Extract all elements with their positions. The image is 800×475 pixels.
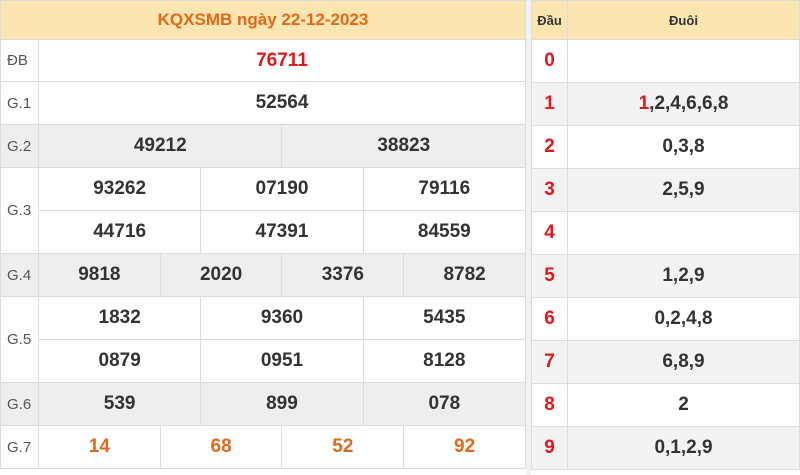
prize-number: 9818 [38,253,161,297]
prize-row-g7: G.7 14 68 52 92 [0,425,526,469]
prize-number: 44716 [37,210,202,254]
prize-number: 84559 [362,210,527,254]
dau-digit: 1 [531,82,568,126]
prize-row-db: ĐB 76711 [0,39,526,82]
dau-digit: 9 [531,426,568,470]
prize-row-g4: G.4 9818 2020 3376 8782 [0,253,526,297]
prize-label: G.5 [0,296,39,383]
duoi-digits: 0,1,2,9 [567,426,800,470]
prize-number: 9360 [200,296,364,340]
dau-digit: 7 [531,340,568,384]
dau-duoi-row: 3 2,5,9 [531,168,800,212]
prize-number: 92 [403,425,526,469]
prize-row-g5: G.5 1832 9360 5435 [0,296,527,383]
duoi-digits: 2,5,9 [567,168,800,212]
dau-digit: 4 [531,211,568,255]
duoi-rest: 0,2,4,8 [654,308,713,329]
duoi-digits: 1,2,9 [567,254,800,298]
prize-number: 79116 [362,167,527,211]
dau-duoi-row: 0 [531,39,800,83]
duoi-digits [567,39,800,83]
prize-label: G.6 [0,382,39,426]
dau-duoi-row: 1 1,2,4,6,6,8 [531,82,800,126]
dau-duoi-table: Đầu Đuôi 0 1 1,2,4,6,6,8 2 0,3,8 3 2,5,9… [531,0,800,470]
dau-digit: 0 [531,39,568,83]
prize-number: 5435 [362,296,527,340]
dau-duoi-row: 2 0,3,8 [531,125,800,169]
dau-duoi-row: 6 0,2,4,8 [531,297,800,341]
dau-column-header: Đầu [531,0,568,40]
prize-label: G.2 [0,124,39,168]
dau-digit: 8 [531,383,568,427]
prize-number: 3376 [281,253,405,297]
prize-number: 68 [159,425,283,469]
prize-number: 47391 [200,210,364,254]
prize-number: 8782 [403,253,526,297]
duoi-rest: 2 [678,394,689,415]
duoi-column-header: Đuôi [567,0,800,40]
prize-row-g3: G.3 93262 07190 79116 [0,167,527,254]
dau-digit: 5 [531,254,568,298]
prize-number: 49212 [37,124,283,168]
dau-duoi-row: 4 [531,211,800,255]
dau-duoi-row: 9 0,1,2,9 [531,426,800,470]
dau-duoi-row: 5 1,2,9 [531,254,800,298]
duoi-digits: 1,2,4,6,6,8 [567,82,800,126]
dau-digit: 6 [531,297,568,341]
prize-label: G.3 [0,167,39,254]
prize-number: 93262 [37,167,202,211]
prize-number: 539 [37,382,202,426]
dau-duoi-header-row: Đầu Đuôi [531,0,800,40]
prize-number: 52564 [38,81,526,125]
prize-label: G.1 [0,81,39,125]
result-header-row: KQXSMB ngày 22-12-2023 [0,0,526,40]
result-title: KQXSMB ngày 22-12-2023 [0,0,526,40]
duoi-rest: 0,1,2,9 [654,437,713,458]
duoi-digits: 0,2,4,8 [567,297,800,341]
prize-row-g2: G.2 49212 38823 [0,124,526,168]
prize-number: 1832 [37,296,202,340]
duoi-highlight: 1 [638,93,650,114]
duoi-digits: 0,3,8 [567,125,800,169]
dau-digit: 3 [531,168,568,212]
prize-number: 0951 [200,339,364,383]
dau-duoi-row: 7 6,8,9 [531,340,800,384]
prize-number: 078 [362,382,527,426]
duoi-rest: 6,8,9 [662,351,705,372]
prize-label: G.7 [0,425,39,469]
prize-number: 8128 [362,339,527,383]
prize-row-g1: G.1 52564 [0,81,526,125]
result-table: KQXSMB ngày 22-12-2023 ĐB 76711 G.1 5256… [0,0,527,469]
prize-number: 07190 [200,167,364,211]
prize-number: 14 [38,425,161,469]
prize-number: 38823 [281,124,526,168]
prize-row-g6: G.6 539 899 078 [0,382,527,426]
prize-number: 52 [281,425,405,469]
prize-label: G.4 [0,253,39,297]
duoi-digits: 2 [567,383,800,427]
dau-duoi-row: 8 2 [531,383,800,427]
lottery-results: KQXSMB ngày 22-12-2023 ĐB 76711 G.1 5256… [0,0,800,475]
duoi-digits: 6,8,9 [567,340,800,384]
dau-digit: 2 [531,125,568,169]
prize-row-g3b: 44716 47391 84559 [1,210,527,254]
duoi-rest: 0,3,8 [662,136,705,157]
prize-label: ĐB [0,39,39,82]
duoi-rest: 2,5,9 [662,179,705,200]
prize-row-g5b: 0879 0951 8128 [1,339,527,383]
duoi-digits [567,211,800,255]
duoi-rest: ,2,4,6,6,8 [649,93,729,114]
prize-number: 899 [200,382,364,426]
prize-number: 76711 [38,39,526,82]
prize-number: 2020 [159,253,283,297]
duoi-rest: 1,2,9 [662,265,705,286]
prize-number: 0879 [37,339,202,383]
